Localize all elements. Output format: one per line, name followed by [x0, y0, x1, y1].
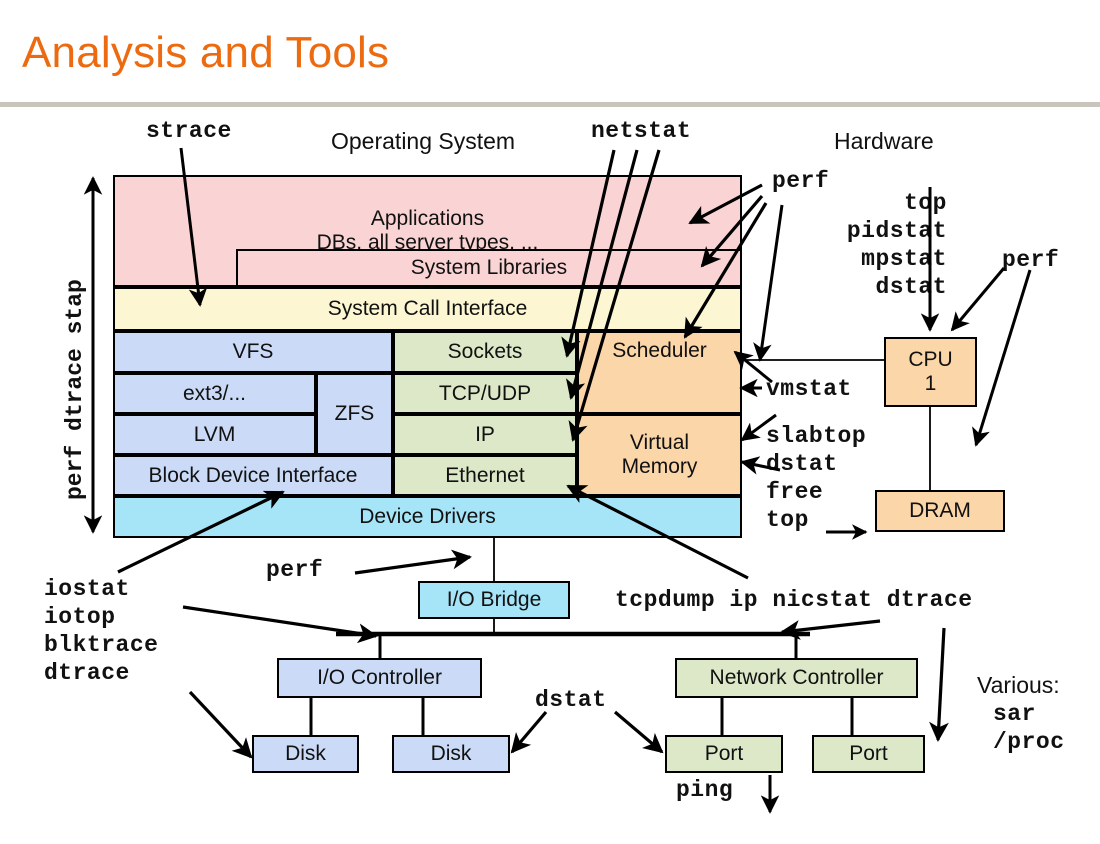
arrow-dtrace-disk [188, 690, 253, 759]
tool-label-cpu-tools: top pidstat mpstat dstat [846, 190, 947, 301]
tool-label-perf-bridge: perf [266, 557, 324, 583]
arrow-perf-vmstat-area [753, 204, 784, 362]
box-disk-right: Disk [392, 735, 510, 773]
arrow-perf-io-bridge [354, 549, 472, 575]
tool-label-ping: ping [676, 777, 734, 803]
box-system-call-interface: System Call Interface [113, 287, 742, 331]
box-network-controller: Network Controller [675, 658, 918, 698]
tool-label-perf-right: perf [1002, 247, 1060, 273]
box-io-controller: I/O Controller [277, 658, 482, 698]
box-cpu: CPU 1 [884, 337, 977, 407]
box-block-device-interface: Block Device Interface [113, 455, 393, 496]
tool-label-various-tools: sar /proc [993, 701, 1065, 756]
box-lvm: LVM [113, 414, 316, 455]
title-divider [0, 102, 1100, 107]
box-sockets: Sockets [393, 331, 577, 373]
box-ext3: ext3/... [113, 373, 316, 414]
box-virtual-memory: Virtual Memory [577, 414, 742, 496]
tool-label-dstat-bottom: dstat [535, 687, 607, 713]
box-io-bridge: I/O Bridge [418, 581, 570, 619]
arrow-tcpdump-bus [780, 619, 881, 640]
virtual-memory-line1: Virtual [629, 431, 690, 455]
tool-label-memory-tools: slabtop dstat free top [766, 423, 867, 534]
arrow-dstat-port [613, 710, 664, 754]
box-ethernet: Ethernet [393, 455, 577, 496]
box-port-left: Port [665, 735, 783, 773]
tool-label-network-tools: tcpdump ip nicstat dtrace [615, 587, 973, 613]
label-various: Various: [977, 672, 1060, 698]
left-vertical-tools-label: perf dtrace stap [62, 279, 88, 500]
arrow-perf-cpu [950, 267, 1006, 332]
box-zfs: ZFS [316, 373, 393, 455]
arrow-perf-dram [972, 269, 1032, 447]
arrow-iostat-bus [182, 605, 378, 644]
tool-label-io-tools: iostat iotop blktrace dtrace [44, 576, 159, 687]
box-port-right: Port [812, 735, 925, 773]
arrow-dstat-disk [510, 710, 548, 754]
box-scheduler: Scheduler [577, 331, 742, 414]
tool-label-netstat: netstat [591, 118, 692, 144]
applications-line1: Applications [370, 207, 485, 231]
cpu-line1: CPU [908, 348, 953, 372]
tool-label-strace: strace [146, 118, 232, 144]
box-disk-left: Disk [252, 735, 359, 773]
box-device-drivers: Device Drivers [113, 496, 742, 538]
cpu-line2: 1 [924, 372, 937, 395]
tool-label-vmstat: vmstat [766, 376, 852, 402]
box-system-libraries: System Libraries [236, 249, 742, 287]
page-title: Analysis and Tools [22, 28, 390, 77]
box-vfs: VFS [113, 331, 393, 373]
slide-canvas: Analysis and Tools Operating System Hard… [0, 0, 1100, 844]
virtual-memory-line2: Memory [621, 455, 698, 478]
arrow-dtrace-port [929, 627, 949, 742]
heading-hardware: Hardware [834, 128, 934, 154]
box-tcp-udp: TCP/UDP [393, 373, 577, 414]
box-dram: DRAM [875, 490, 1005, 532]
heading-operating-system: Operating System [331, 128, 516, 154]
box-ip: IP [393, 414, 577, 455]
